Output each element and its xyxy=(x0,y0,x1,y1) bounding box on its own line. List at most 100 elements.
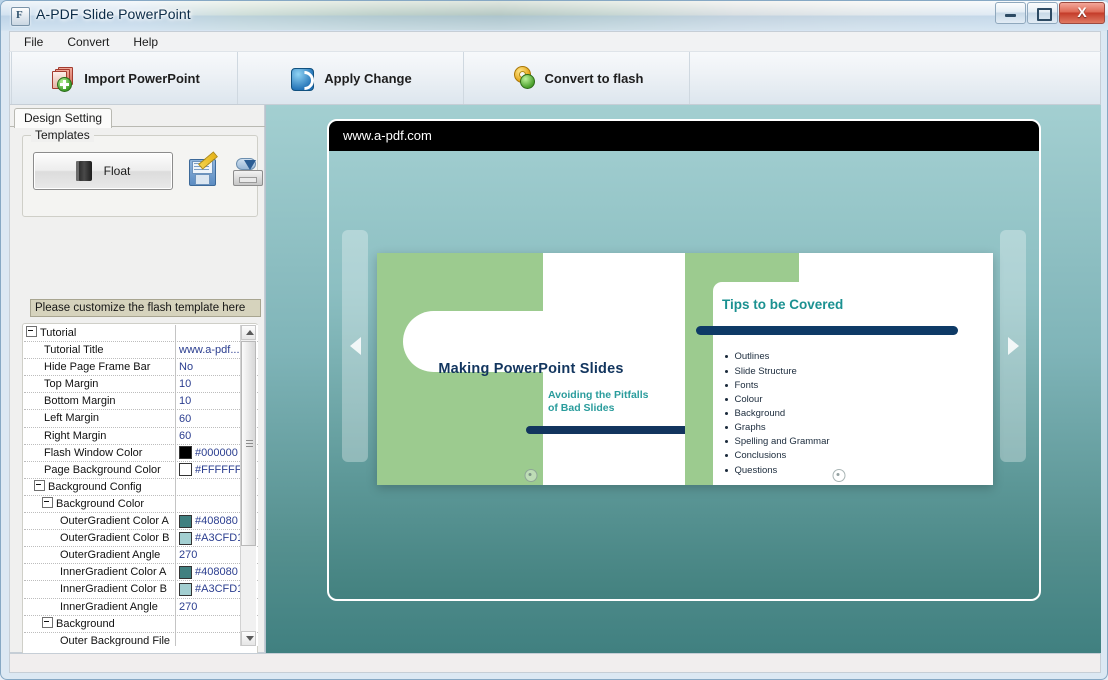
maximize-button[interactable] xyxy=(1027,2,1058,24)
property-name: Background Color xyxy=(24,495,176,513)
template-select-button[interactable]: Float xyxy=(33,152,173,190)
import-powerpoint-label: Import PowerPoint xyxy=(84,70,200,86)
color-swatch xyxy=(179,446,192,460)
import-powerpoint-button[interactable]: Import PowerPoint xyxy=(11,52,238,104)
color-swatch xyxy=(179,463,192,477)
property-row[interactable]: Flash Window Color #000000 xyxy=(24,444,258,462)
slide-book: Making PowerPoint Slides Avoiding the Pi… xyxy=(377,253,993,485)
previous-page-arrow[interactable] xyxy=(342,230,368,462)
property-grid: Tutorial Tutorial Title www.a-pdf... Hide P… xyxy=(22,323,258,664)
menu-item-file[interactable]: File xyxy=(14,33,53,51)
property-row[interactable]: OuterGradient Angle 270 xyxy=(24,547,258,565)
property-name: Right Margin xyxy=(24,427,176,444)
slide-left[interactable]: Making PowerPoint Slides Avoiding the Pi… xyxy=(377,253,685,485)
property-value-text: 60 xyxy=(179,429,192,442)
slide-right[interactable]: Tips to be Covered Outlines Slide Structu… xyxy=(685,253,993,485)
slide-right-bullet-item: Questions xyxy=(724,464,830,478)
property-row[interactable]: InnerGradient Color B #A3CFD1 xyxy=(24,581,258,599)
save-template-icon[interactable] xyxy=(187,151,218,186)
collapse-expander-icon[interactable] xyxy=(26,326,37,337)
property-row[interactable]: Bottom Margin 10 xyxy=(24,393,258,411)
slide-right-bullet-item: Fonts xyxy=(724,379,830,393)
scrollbar-thumb[interactable] xyxy=(241,341,256,546)
convert-to-flash-button[interactable]: Convert to flash xyxy=(464,52,690,104)
property-value-text: 60 xyxy=(179,412,192,425)
status-bar xyxy=(9,653,1101,673)
tab-strip: Design Setting xyxy=(14,108,113,128)
property-value-text: 10 xyxy=(179,378,192,391)
scroll-up-arrow-icon[interactable] xyxy=(241,325,256,340)
color-swatch xyxy=(179,565,192,579)
property-value-text: 270 xyxy=(179,549,198,562)
slide-right-bullet-item: Slide Structure xyxy=(724,365,830,379)
property-name: Background Config xyxy=(24,478,176,495)
property-row[interactable]: Background Color xyxy=(24,495,258,514)
collapse-expander-icon[interactable] xyxy=(42,616,53,628)
property-value-text: #A3CFD1 xyxy=(195,583,244,596)
slide-right-bullet-item: Colour xyxy=(724,393,830,407)
load-template-icon[interactable] xyxy=(232,156,263,186)
property-row[interactable]: InnerGradient Color A #408080 xyxy=(24,564,258,582)
right-triangle-icon xyxy=(1007,337,1019,355)
property-row[interactable]: Left Margin 60 xyxy=(24,410,258,428)
property-name: OuterGradient Angle xyxy=(24,547,176,564)
title-bar: A-PDF Slide PowerPoint X xyxy=(1,1,1108,30)
property-name: InnerGradient Angle xyxy=(24,598,176,615)
property-row[interactable]: Background xyxy=(24,615,258,633)
property-name: Tutorial Title xyxy=(24,342,176,359)
left-triangle-icon xyxy=(349,337,361,355)
apply-change-icon xyxy=(289,65,319,94)
property-row[interactable]: Page Background Color #FFFFFF xyxy=(24,461,258,479)
property-name: InnerGradient Color A xyxy=(24,564,176,581)
property-row[interactable]: Top Margin 10 xyxy=(24,376,258,394)
property-row[interactable]: InnerGradient Angle 270 xyxy=(24,598,258,616)
design-settings-panel: Design Setting Templates Float Please cu… xyxy=(9,105,266,664)
menu-item-help[interactable]: Help xyxy=(123,33,168,51)
property-name: OuterGradient Color B xyxy=(24,530,176,547)
property-row[interactable]: Right Margin 60 xyxy=(24,427,258,445)
color-swatch xyxy=(179,514,192,528)
property-name: Hide Page Frame Bar xyxy=(24,359,176,376)
slide-left-subtitle-line-1: Avoiding the Pitfalls xyxy=(547,388,649,401)
property-grid-rows[interactable]: Tutorial Tutorial Title www.a-pdf... Hide P… xyxy=(24,325,258,646)
scroll-down-arrow-icon[interactable] xyxy=(241,631,256,646)
window-title: A-PDF Slide PowerPoint xyxy=(36,6,191,22)
property-name: Bottom Margin xyxy=(24,393,176,410)
property-grid-scrollbar[interactable] xyxy=(240,325,256,646)
slide-left-rule xyxy=(526,425,685,434)
property-row[interactable]: OuterGradient Color B #A3CFD1 xyxy=(24,530,258,548)
property-row[interactable]: Tutorial Title www.a-pdf... xyxy=(24,342,258,360)
minimize-icon xyxy=(1005,14,1016,17)
property-name: Background xyxy=(24,615,176,632)
collapse-expander-icon[interactable] xyxy=(34,479,45,491)
property-row[interactable]: Background Config xyxy=(24,478,258,496)
property-value-text: No xyxy=(179,361,194,374)
property-name: Top Margin xyxy=(24,376,176,393)
book-icon xyxy=(75,161,94,181)
property-value-text: #FFFFFF xyxy=(195,463,242,476)
collapse-expander-icon[interactable] xyxy=(42,496,53,508)
convert-to-flash-label: Convert to flash xyxy=(544,70,644,86)
close-icon: X xyxy=(1077,4,1087,20)
slide-right-bullet-item: Graphs xyxy=(724,421,830,435)
color-swatch xyxy=(179,531,192,545)
property-row[interactable]: Tutorial xyxy=(24,325,258,343)
tab-design-setting[interactable]: Design Setting xyxy=(14,108,113,128)
slide-left-title: Making PowerPoint Slides xyxy=(438,361,624,377)
property-row[interactable]: Outer Background File xyxy=(24,632,258,646)
property-row[interactable]: OuterGradient Color A #408080 xyxy=(24,513,258,531)
slide-right-title: Tips to be Covered xyxy=(721,297,844,313)
property-row[interactable]: Hide Page Frame Bar No xyxy=(24,359,258,377)
template-name-label: Float xyxy=(103,164,131,178)
slide-right-rule xyxy=(695,326,958,336)
property-value-text: #408080 xyxy=(195,515,238,528)
next-page-arrow[interactable] xyxy=(1000,230,1026,462)
apply-change-button[interactable]: Apply Change xyxy=(238,52,464,104)
slide-left-page-marker xyxy=(524,469,538,482)
apply-change-label: Apply Change xyxy=(324,70,412,86)
slide-left-subtitle: Avoiding the Pitfalls of Bad Slides xyxy=(548,389,677,415)
menu-item-convert[interactable]: Convert xyxy=(57,33,119,51)
menu-bar: File Convert Help xyxy=(9,31,1101,51)
close-button[interactable]: X xyxy=(1059,2,1105,24)
minimize-button[interactable] xyxy=(995,2,1026,24)
